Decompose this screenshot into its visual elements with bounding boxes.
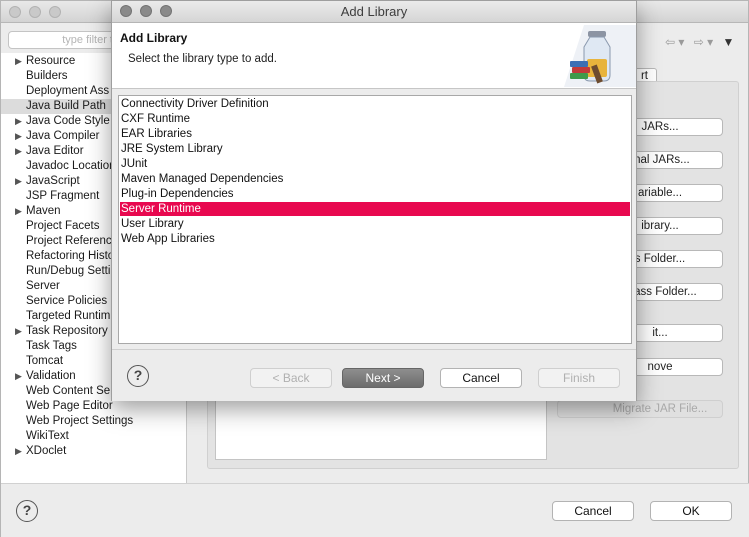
tree-item-label: WikiText [26,430,69,442]
expand-arrow-icon[interactable]: ▶ [15,444,22,459]
library-jar-icon [564,25,636,87]
back-button[interactable]: < Back [250,368,332,388]
expand-arrow-icon[interactable]: ▶ [15,369,22,384]
tree-item-label: Builders [26,70,68,82]
tree-item-label: Task Repository [26,325,108,337]
tree-item-label: Java Compiler [26,130,100,142]
tree-item[interactable]: WikiText [1,429,186,444]
dialog-header: Add Library Select the library type to a… [112,23,636,89]
tree-item-label: Refactoring Histo [26,250,115,262]
help-icon[interactable]: ? [127,365,149,387]
tree-item-label: JavaScript [26,175,80,187]
expand-arrow-icon[interactable]: ▶ [15,324,22,339]
dialog-titlebar: Add Library [112,1,636,23]
dialog-footer: ? < Back Next > Cancel Finish [112,349,636,401]
tree-item-label: Server [26,280,60,292]
expand-arrow-icon[interactable]: ▶ [15,174,22,189]
library-list-item[interactable]: CXF Runtime [120,112,630,126]
tree-item[interactable]: Web Project Settings [1,414,186,429]
tree-item-label: Run/Debug Setti [26,265,111,277]
tree-item[interactable]: Web Page Editor [1,399,186,414]
forward-nav-icon[interactable]: ⇨ ▾ [694,35,713,49]
ok-button[interactable]: OK [650,501,732,521]
cancel-button[interactable]: Cancel [440,368,522,388]
library-list-item[interactable]: Server Runtime [120,202,630,216]
tree-item-label: JSP Fragment [26,190,100,202]
tree-item-label: Java Build Path [26,100,106,112]
library-list-item[interactable]: Plug-in Dependencies [120,187,630,201]
tree-item-label: Javadoc Location [26,160,116,172]
add-library-dialog: Add Library Add Library Select the libra… [111,0,637,401]
library-list-item[interactable]: Maven Managed Dependencies [120,172,630,186]
library-list-item[interactable]: JRE System Library [120,142,630,156]
dialog-description: Select the library type to add. [128,53,277,65]
tree-item-label: Web Page Editor [26,400,113,412]
navigation-controls: ⇦ ▾ ⇨ ▾ ▼ [665,35,734,49]
library-list-item[interactable]: Connectivity Driver Definition [120,97,630,111]
tree-item-label: Deployment Ass [26,85,110,97]
library-list-item[interactable]: EAR Libraries [120,127,630,141]
tree-item-label: XDoclet [26,445,67,457]
tree-item-label: Task Tags [26,340,77,352]
library-list-item[interactable]: JUnit [120,157,630,171]
help-icon[interactable]: ? [16,500,38,522]
library-type-list[interactable]: Connectivity Driver Definition CXF Runtim… [118,95,632,344]
tree-item-label: Targeted Runtim [26,310,111,322]
tree-item-label: Project Facets [26,220,100,232]
tree-item-label: Service Policies [26,295,108,307]
jar-list[interactable] [215,396,547,460]
minimize-window-button[interactable] [29,6,41,18]
expand-arrow-icon[interactable]: ▶ [15,144,22,159]
zoom-window-button[interactable] [49,6,61,18]
tree-item-label: Project Referenc [26,235,112,247]
expand-arrow-icon[interactable]: ▶ [15,204,22,219]
dialog-heading: Add Library [120,31,188,45]
expand-arrow-icon[interactable]: ▶ [15,129,22,144]
side-button[interactable]: Migrate JAR File... [557,400,723,418]
tree-item-label: Java Editor [26,145,84,157]
tree-item-label: Tomcat [26,355,64,367]
tree-item-label: Web Content Se [26,385,111,397]
tree-item-label: Resource [26,55,76,67]
tree-item-label: Validation [26,370,76,382]
finish-button[interactable]: Finish [538,368,620,388]
close-window-button[interactable] [9,6,21,18]
cancel-button[interactable]: Cancel [552,501,634,521]
view-menu-icon[interactable]: ▼ [723,35,735,49]
filter-input[interactable]: type filter t [8,31,120,49]
next-button[interactable]: Next > [342,368,424,388]
tree-item-label: Maven [26,205,61,217]
dialog-title: Add Library [340,4,408,19]
library-list-item[interactable]: Web App Libraries [120,232,630,246]
library-list-item[interactable]: User Library [120,217,630,231]
tree-item[interactable]: ▶ XDoclet [1,444,186,459]
back-nav-icon[interactable]: ⇦ ▾ [665,35,684,49]
expand-arrow-icon[interactable]: ▶ [15,54,22,69]
properties-footer: ? Cancel OK [1,483,749,537]
tree-item-label: Java Code Style [26,115,110,127]
expand-arrow-icon[interactable]: ▶ [15,114,22,129]
tree-item-label: Web Project Settings [26,415,134,427]
